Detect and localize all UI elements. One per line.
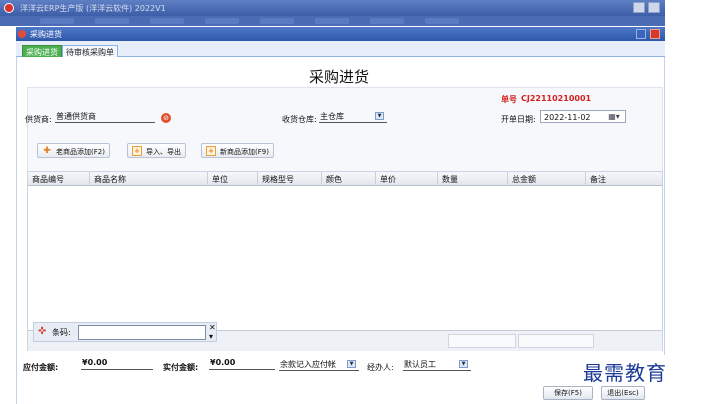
toolbar-button[interactable] [370,18,404,24]
order-number-label: 单号 [501,95,517,104]
close-icon[interactable]: ✕ ▾ [209,323,216,341]
summary-cell [448,334,516,348]
clear-supplier-icon[interactable]: ⊘ [161,113,171,123]
supplier-label: 供货商: [25,115,52,124]
chevron-down-icon[interactable]: ▼ [459,360,468,368]
import-icon: + [132,146,142,156]
chevron-down-icon[interactable]: ▼ [347,360,356,368]
column-header[interactable]: 规格型号 [258,172,322,186]
window-title-bar: 采购进货 [16,27,665,41]
window-icon [18,30,26,38]
action-button-row: ✚ 老商品添加(F2) + 导入、导出 + 新商品添加(F9) [27,139,663,165]
toolbar-button[interactable] [315,18,349,24]
add-old-product-label: 老商品添加(F2) [56,148,105,156]
paid-label: 实付金额: [163,363,199,372]
toolbar-button[interactable] [40,18,74,24]
column-header[interactable]: 单价 [376,172,438,186]
main-content: 采购进货 单号 CJ22110210001 供货商: 普通供货商 ⊘ 收货仓库:… [16,57,666,404]
watermark-text: 最需教育 [583,361,667,385]
barcode-input[interactable] [78,325,206,340]
toolbar-button[interactable] [95,18,129,24]
app-logo-icon [4,3,14,13]
column-header[interactable]: 单位 [208,172,258,186]
save-button[interactable]: 保存(F5) [543,386,593,400]
page-title: 采购进货 [309,68,370,86]
tab-strip: 采购进货 待审核采购单 [16,41,665,57]
exit-button[interactable]: 退出(Esc) [601,386,645,400]
column-header[interactable]: 商品编号 [28,172,90,186]
app-toolbar [0,16,665,26]
app-maximize-button[interactable] [648,2,660,13]
window-minimize-button[interactable] [636,29,646,39]
barcode-label: 条码: [52,328,71,337]
import-export-button[interactable]: + 导入、导出 [127,143,186,158]
order-number: CJ22110210001 [521,94,592,103]
add-old-product-button[interactable]: ✚ 老商品添加(F2) [37,143,110,158]
payable-label: 应付金额: [23,363,59,372]
app-minimize-button[interactable] [633,2,645,13]
tab-pending-purchase-orders[interactable]: 待审核采购单 [62,45,118,57]
tab-purchase-inbound[interactable]: 采购进货 [22,45,62,57]
paid-amount-input[interactable]: ¥0.00 [209,358,275,370]
date-label: 开单日期: [501,115,536,124]
toolbar-button[interactable] [205,18,239,24]
window-title: 采购进货 [30,30,62,39]
toolbar-button[interactable] [260,18,294,24]
payable-amount: ¥0.00 [81,358,153,370]
supplier-field[interactable]: 普通供货商 [55,111,155,123]
toolbar-button[interactable] [425,18,459,24]
warehouse-label: 收货仓库: [282,115,317,124]
handler-label: 经办人: [367,363,394,372]
calendar-icon[interactable]: ▦▾ [607,112,621,122]
add-new-product-label: 新商品添加(F9) [220,148,269,156]
move-icon: ✜ [38,326,47,337]
app-title: 洋洋云ERP生产版 (洋洋云软件) 2022V1 [20,4,166,13]
column-header[interactable]: 颜色 [322,172,376,186]
column-header[interactable]: 备注 [586,172,664,186]
chevron-down-icon[interactable]: ▼ [375,112,384,120]
new-product-icon: + [206,146,216,156]
import-export-label: 导入、导出 [146,148,181,156]
app-title-bar: 洋洋云ERP生产版 (洋洋云软件) 2022V1 [0,0,665,16]
column-header[interactable]: 数量 [438,172,508,186]
plus-icon: ✚ [43,146,51,156]
window-close-button[interactable] [650,29,660,39]
column-header[interactable]: 总金额 [508,172,586,186]
app-root: 洋洋云ERP生产版 (洋洋云软件) 2022V1 采购进货 采购进货 待审核采购… [0,0,703,404]
footer-bar: 应付金额: ¥0.00 实付金额: ¥0.00 余款记入应付帐 ▼ 经办人: 默… [21,355,666,404]
summary-cell [518,334,594,348]
add-new-product-button[interactable]: + 新商品添加(F9) [201,143,274,158]
grid-header: 商品编号 商品名称 单位 规格型号 颜色 单价 数量 总金额 备注 [28,172,662,186]
barcode-panel: ✜ 条码: ✕ ▾ [33,322,217,342]
toolbar-button[interactable] [150,18,184,24]
column-header[interactable]: 商品名称 [90,172,208,186]
